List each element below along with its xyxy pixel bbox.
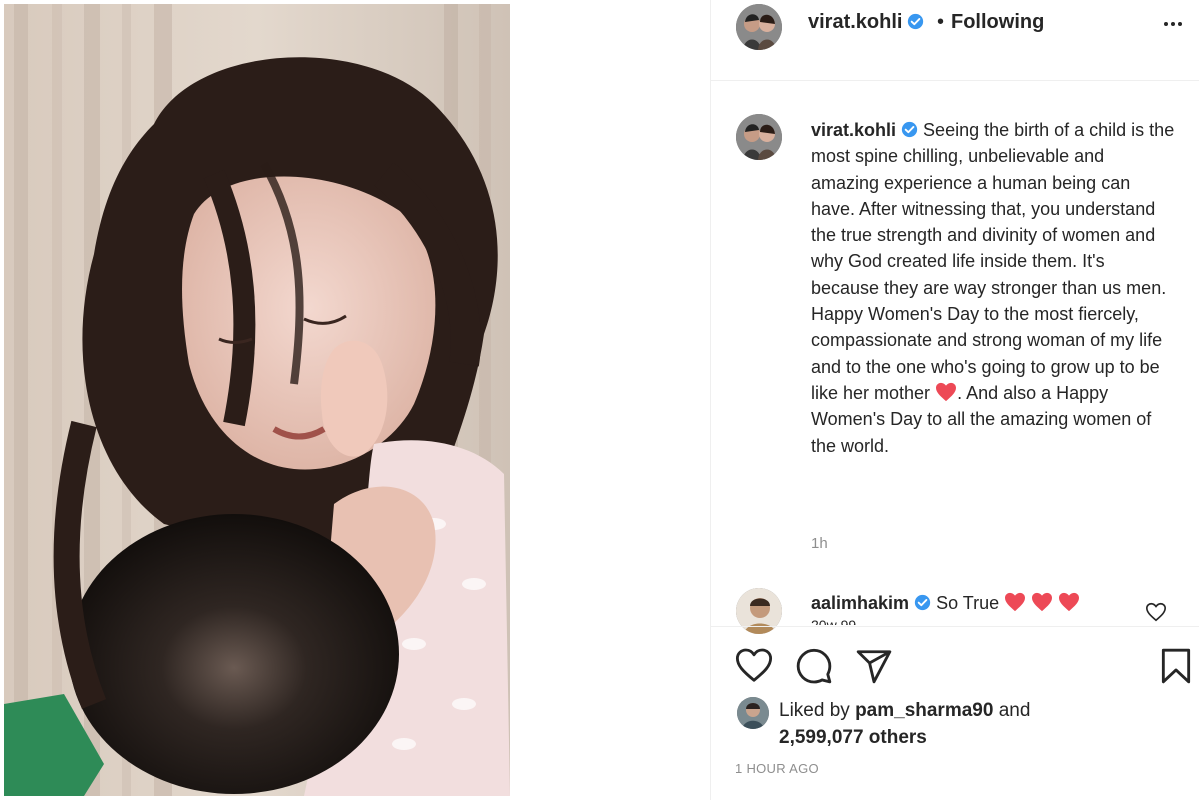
post-actions: Liked by pam_sharma90 and 2,599,077 othe… [711, 626, 1199, 801]
follow-separator: • [937, 11, 945, 33]
like-heart-icon[interactable] [735, 647, 773, 685]
red-heart-icon [935, 382, 957, 402]
comment-like-heart-icon[interactable] [1145, 601, 1167, 623]
liked-by-username[interactable]: pam_sharma90 [855, 700, 993, 721]
red-heart-icon [1031, 592, 1053, 612]
comment-text: So True [936, 593, 1000, 613]
following-button[interactable]: Following [951, 11, 1044, 34]
author-avatar[interactable] [736, 4, 782, 50]
red-heart-icon [1058, 592, 1080, 612]
red-heart-icon [1004, 592, 1026, 612]
post-details-panel: virat.kohli • Following virat.kohli Seei… [710, 0, 1199, 800]
caption-text: Seeing the birth of a child is the most … [811, 120, 1175, 403]
caption-author-avatar[interactable] [736, 114, 782, 160]
verified-badge-icon [901, 121, 918, 138]
post-timestamp[interactable]: 1 HOUR AGO [735, 761, 819, 776]
caption-age[interactable]: 1h [811, 535, 828, 552]
post-photo[interactable] [4, 4, 510, 796]
post-header: virat.kohli • Following [711, 0, 1199, 81]
likes-prefix: Liked by [779, 700, 850, 721]
share-paper-plane-icon[interactable] [855, 647, 893, 685]
comment-meta-partial: 20w 99 [811, 617, 857, 625]
commenter-username[interactable]: aalimhakim [811, 593, 909, 613]
comment-bubble-icon[interactable] [795, 647, 833, 685]
post-caption: virat.kohli Seeing the birth of a child … [811, 117, 1176, 459]
verified-badge-icon [907, 13, 924, 30]
more-options-icon[interactable] [1161, 12, 1185, 36]
likes-summary: Liked by pam_sharma90 and 2,599,077 othe… [779, 697, 1030, 751]
likes-conjunction: and [998, 700, 1031, 721]
liked-by-avatar[interactable] [737, 697, 769, 729]
comment-item: aalimhakim So True [811, 592, 1080, 614]
author-username[interactable]: virat.kohli [808, 11, 924, 34]
caption-username[interactable]: virat.kohli [811, 120, 896, 140]
verified-badge-icon [914, 594, 931, 611]
save-bookmark-icon[interactable] [1157, 647, 1195, 685]
likes-count[interactable]: 2,599,077 others [779, 727, 927, 748]
